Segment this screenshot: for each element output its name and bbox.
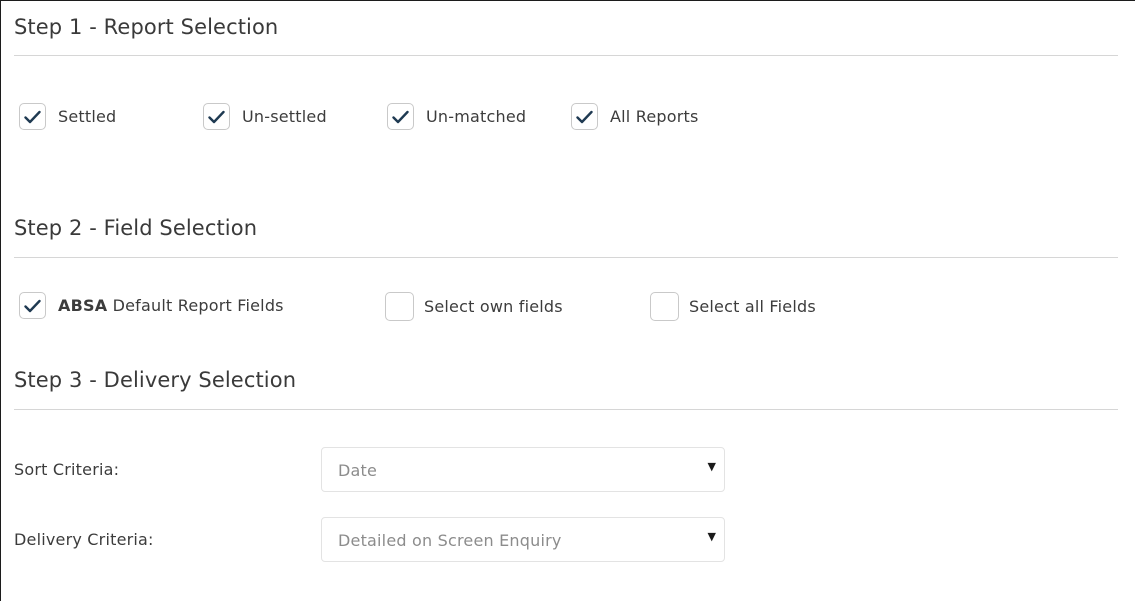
checkbox-unsettled-label: Un-settled	[242, 107, 327, 126]
checkbox-settled-box[interactable]	[19, 103, 46, 130]
checkbox-all-reports[interactable]: All Reports	[571, 103, 699, 130]
checkbox-all-fields-box[interactable]	[650, 292, 679, 321]
step1-title: Step 1 - Report Selection	[14, 15, 279, 39]
brand-name: ABSA	[58, 296, 108, 315]
checkmark-icon	[24, 299, 41, 312]
step3-divider	[14, 409, 1118, 410]
sort-criteria-label: Sort Criteria:	[14, 460, 120, 479]
checkbox-own-fields[interactable]: Select own fields	[385, 292, 563, 321]
checkbox-unmatched-box[interactable]	[387, 103, 414, 130]
checkbox-unmatched[interactable]: Un-matched	[387, 103, 526, 130]
checkmark-icon	[392, 110, 409, 123]
delivery-criteria-select[interactable]: Detailed on Screen Enquiry ▼	[321, 517, 725, 562]
step3-title: Step 3 - Delivery Selection	[14, 368, 297, 392]
checkbox-settled-label: Settled	[58, 107, 117, 126]
delivery-criteria-value: Detailed on Screen Enquiry	[338, 531, 562, 550]
checkmark-icon	[24, 110, 41, 123]
step1-divider	[14, 55, 1118, 56]
checkbox-unsettled[interactable]: Un-settled	[203, 103, 327, 130]
caret-down-icon: ▼	[707, 460, 716, 473]
checkbox-unsettled-box[interactable]	[203, 103, 230, 130]
default-fields-text: Default Report Fields	[107, 296, 284, 315]
checkmark-icon	[208, 110, 225, 123]
report-options-panel: Step 1 - Report Selection Settled Un-set…	[0, 0, 1135, 601]
checkbox-default-fields-label: ABSA Default Report Fields	[58, 296, 284, 315]
step2-divider	[14, 257, 1118, 258]
caret-down-icon: ▼	[707, 530, 716, 543]
sort-criteria-value: Date	[338, 461, 378, 480]
step2-title: Step 2 - Field Selection	[14, 216, 258, 240]
checkbox-all-fields-label: Select all Fields	[689, 297, 816, 316]
checkbox-unmatched-label: Un-matched	[426, 107, 527, 126]
checkbox-default-fields-box[interactable]	[19, 292, 46, 319]
checkbox-default-fields[interactable]: ABSA Default Report Fields	[19, 292, 284, 319]
checkmark-icon	[576, 110, 593, 123]
checkbox-all-reports-label: All Reports	[610, 107, 699, 126]
checkbox-settled[interactable]: Settled	[19, 103, 116, 130]
checkbox-all-reports-box[interactable]	[571, 103, 598, 130]
checkbox-own-fields-label: Select own fields	[424, 297, 563, 316]
delivery-criteria-label: Delivery Criteria:	[14, 530, 154, 549]
checkbox-own-fields-box[interactable]	[385, 292, 414, 321]
checkbox-all-fields[interactable]: Select all Fields	[650, 292, 816, 321]
sort-criteria-select[interactable]: Date ▼	[321, 447, 725, 492]
